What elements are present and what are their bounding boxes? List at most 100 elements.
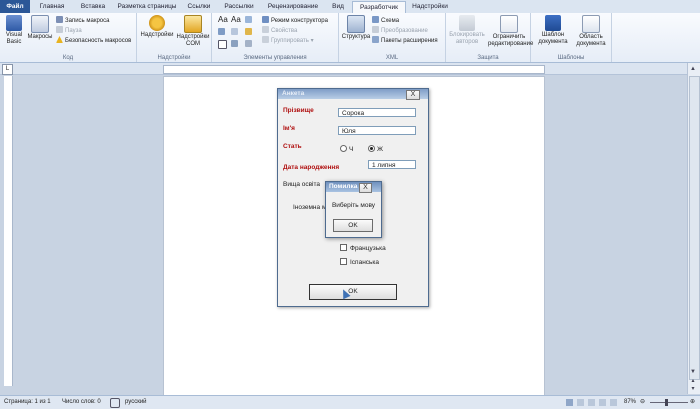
tab-0[interactable]: Файл: [0, 0, 30, 13]
full-screen-icon[interactable]: [577, 399, 584, 406]
vertical-ruler[interactable]: [4, 76, 13, 386]
group-controls: Aa Aa Режим конструктора Свойства Группи…: [212, 13, 339, 62]
date-picker-control[interactable]: [245, 28, 254, 36]
form-title: Анкета: [282, 90, 305, 97]
form-ok-button[interactable]: OK: [309, 284, 397, 300]
draft-icon[interactable]: [610, 399, 617, 406]
print-layout-icon[interactable]: [566, 399, 573, 406]
tab-9[interactable]: Надстройки: [406, 1, 454, 13]
outline-icon[interactable]: [599, 399, 606, 406]
design-mode-button[interactable]: Режим конструктора: [262, 16, 328, 24]
structure-button[interactable]: Структура: [341, 15, 371, 41]
scroll-thumb[interactable]: [689, 76, 700, 380]
message-close-button[interactable]: X: [359, 183, 372, 193]
addins-button[interactable]: Надстройки: [140, 15, 174, 39]
french-checkbox[interactable]: Французька: [340, 244, 386, 253]
picture-control[interactable]: [245, 16, 254, 24]
horizontal-ruler[interactable]: [163, 65, 545, 74]
message-ok-button[interactable]: OK: [333, 219, 373, 232]
document-panel-icon: [582, 15, 600, 33]
restrict-editing-button[interactable]: Ограничить редактирование: [488, 15, 533, 48]
scroll-down-icon[interactable]: ▼: [688, 368, 698, 376]
message-text: Виберіть мову: [331, 202, 376, 209]
zoom-in-icon[interactable]: ⊕: [690, 396, 695, 409]
document-template-button[interactable]: Шаблон документа: [535, 15, 571, 46]
zoom-slider-thumb[interactable]: [665, 399, 668, 406]
birth-date-input[interactable]: 1 липня: [368, 160, 416, 169]
macros-icon: [31, 15, 49, 33]
record-macro-icon: [56, 16, 63, 23]
pause-button[interactable]: Пауза: [56, 26, 82, 34]
document-panel-button[interactable]: Область документа: [573, 15, 609, 48]
visual-basic-button[interactable]: Visual Basic: [3, 15, 25, 46]
web-layout-icon[interactable]: [588, 399, 595, 406]
plain-text-control[interactable]: Aa: [231, 16, 241, 24]
message-title: Помилка: [329, 183, 358, 190]
birth-date-label: Дата народження: [283, 164, 340, 171]
schema-label: Схема: [381, 18, 400, 24]
pause-icon: [56, 26, 63, 33]
message-title-bar[interactable]: Помилка: [326, 182, 381, 192]
macro-security-button[interactable]: Безопасность макросов: [56, 36, 131, 44]
combo-box-control[interactable]: [231, 28, 240, 36]
radio-unchecked-icon: [340, 145, 347, 152]
expansion-packs-button[interactable]: Пакеты расширения: [372, 36, 438, 44]
design-mode-icon: [262, 16, 269, 23]
zoom-level[interactable]: 87%: [624, 396, 636, 409]
group-button[interactable]: Группировать ▾: [262, 36, 314, 44]
tab-5[interactable]: Рассылки: [218, 1, 260, 13]
higher-education-label: Вища освіта: [283, 181, 321, 188]
surname-input[interactable]: Сорока: [338, 108, 416, 117]
tab-7[interactable]: Вид: [326, 1, 350, 13]
legacy-forms-button[interactable]: [245, 40, 254, 48]
zoom-out-icon[interactable]: ⊖: [640, 396, 645, 409]
record-macro-button[interactable]: Запись макроса: [56, 16, 109, 24]
scroll-up-icon[interactable]: ▲: [688, 65, 698, 73]
expansion-packs-icon: [372, 36, 379, 43]
next-page-icon[interactable]: ▾: [688, 385, 698, 393]
date-picker-icon: [245, 28, 252, 35]
com-addins-icon: [184, 15, 202, 33]
com-addins-button[interactable]: Надстройки COM: [175, 15, 211, 48]
transform-icon: [372, 26, 379, 33]
gender-male-radio[interactable]: Ч: [340, 145, 353, 154]
gender-label: Стать: [283, 143, 302, 150]
schema-icon: [372, 16, 379, 23]
proofing-icon[interactable]: [110, 398, 120, 408]
building-block-icon: [218, 28, 225, 35]
macros-button[interactable]: Макросы: [27, 15, 53, 41]
prev-page-icon[interactable]: ▴: [688, 377, 698, 385]
checkbox-icon: [340, 244, 347, 251]
record-macro-label: Запись макроса: [65, 18, 110, 24]
error-message-box[interactable]: Помилка X Виберіть мову OK: [325, 181, 382, 238]
checkbox-control[interactable]: [218, 40, 229, 49]
group-label-xml: XML: [385, 55, 399, 61]
block-authors-button[interactable]: Блокировать авторов: [448, 15, 486, 46]
page-count[interactable]: Страница: 1 из 1: [4, 396, 51, 409]
rich-text-control[interactable]: Aa: [218, 16, 228, 24]
document-template-label: Шаблон документа: [538, 32, 568, 45]
transform-button[interactable]: Преобразование: [372, 26, 428, 34]
name-input[interactable]: Юля: [338, 126, 416, 135]
gender-female-radio[interactable]: Ж: [368, 145, 383, 154]
language-indicator[interactable]: русский: [125, 396, 147, 409]
legacy-tools-button[interactable]: [231, 40, 240, 48]
tab-6[interactable]: Рецензирование: [262, 1, 324, 13]
schema-button[interactable]: Схема: [372, 16, 399, 24]
surname-label: Прізвище: [283, 107, 314, 114]
tab-1[interactable]: Главная: [32, 1, 72, 13]
form-close-button[interactable]: X: [406, 90, 420, 100]
addins-label: Надстройки: [140, 32, 174, 38]
zoom-slider[interactable]: [650, 402, 688, 403]
gender-female-label: Ж: [377, 146, 384, 153]
tab-4[interactable]: Ссылки: [182, 1, 216, 13]
building-block-control[interactable]: [218, 28, 227, 36]
properties-button[interactable]: Свойства: [262, 26, 297, 34]
word-template-icon: [545, 15, 561, 31]
tab-selector-button[interactable]: L: [2, 64, 13, 75]
tab-2[interactable]: Вставка: [74, 1, 112, 13]
spanish-checkbox[interactable]: Іспанська: [340, 258, 379, 267]
word-count[interactable]: Число слов: 0: [62, 396, 101, 409]
tab-3[interactable]: Разметка страницы: [114, 1, 180, 13]
group-code: Visual Basic Макросы Запись макроса Пауз…: [0, 13, 137, 62]
